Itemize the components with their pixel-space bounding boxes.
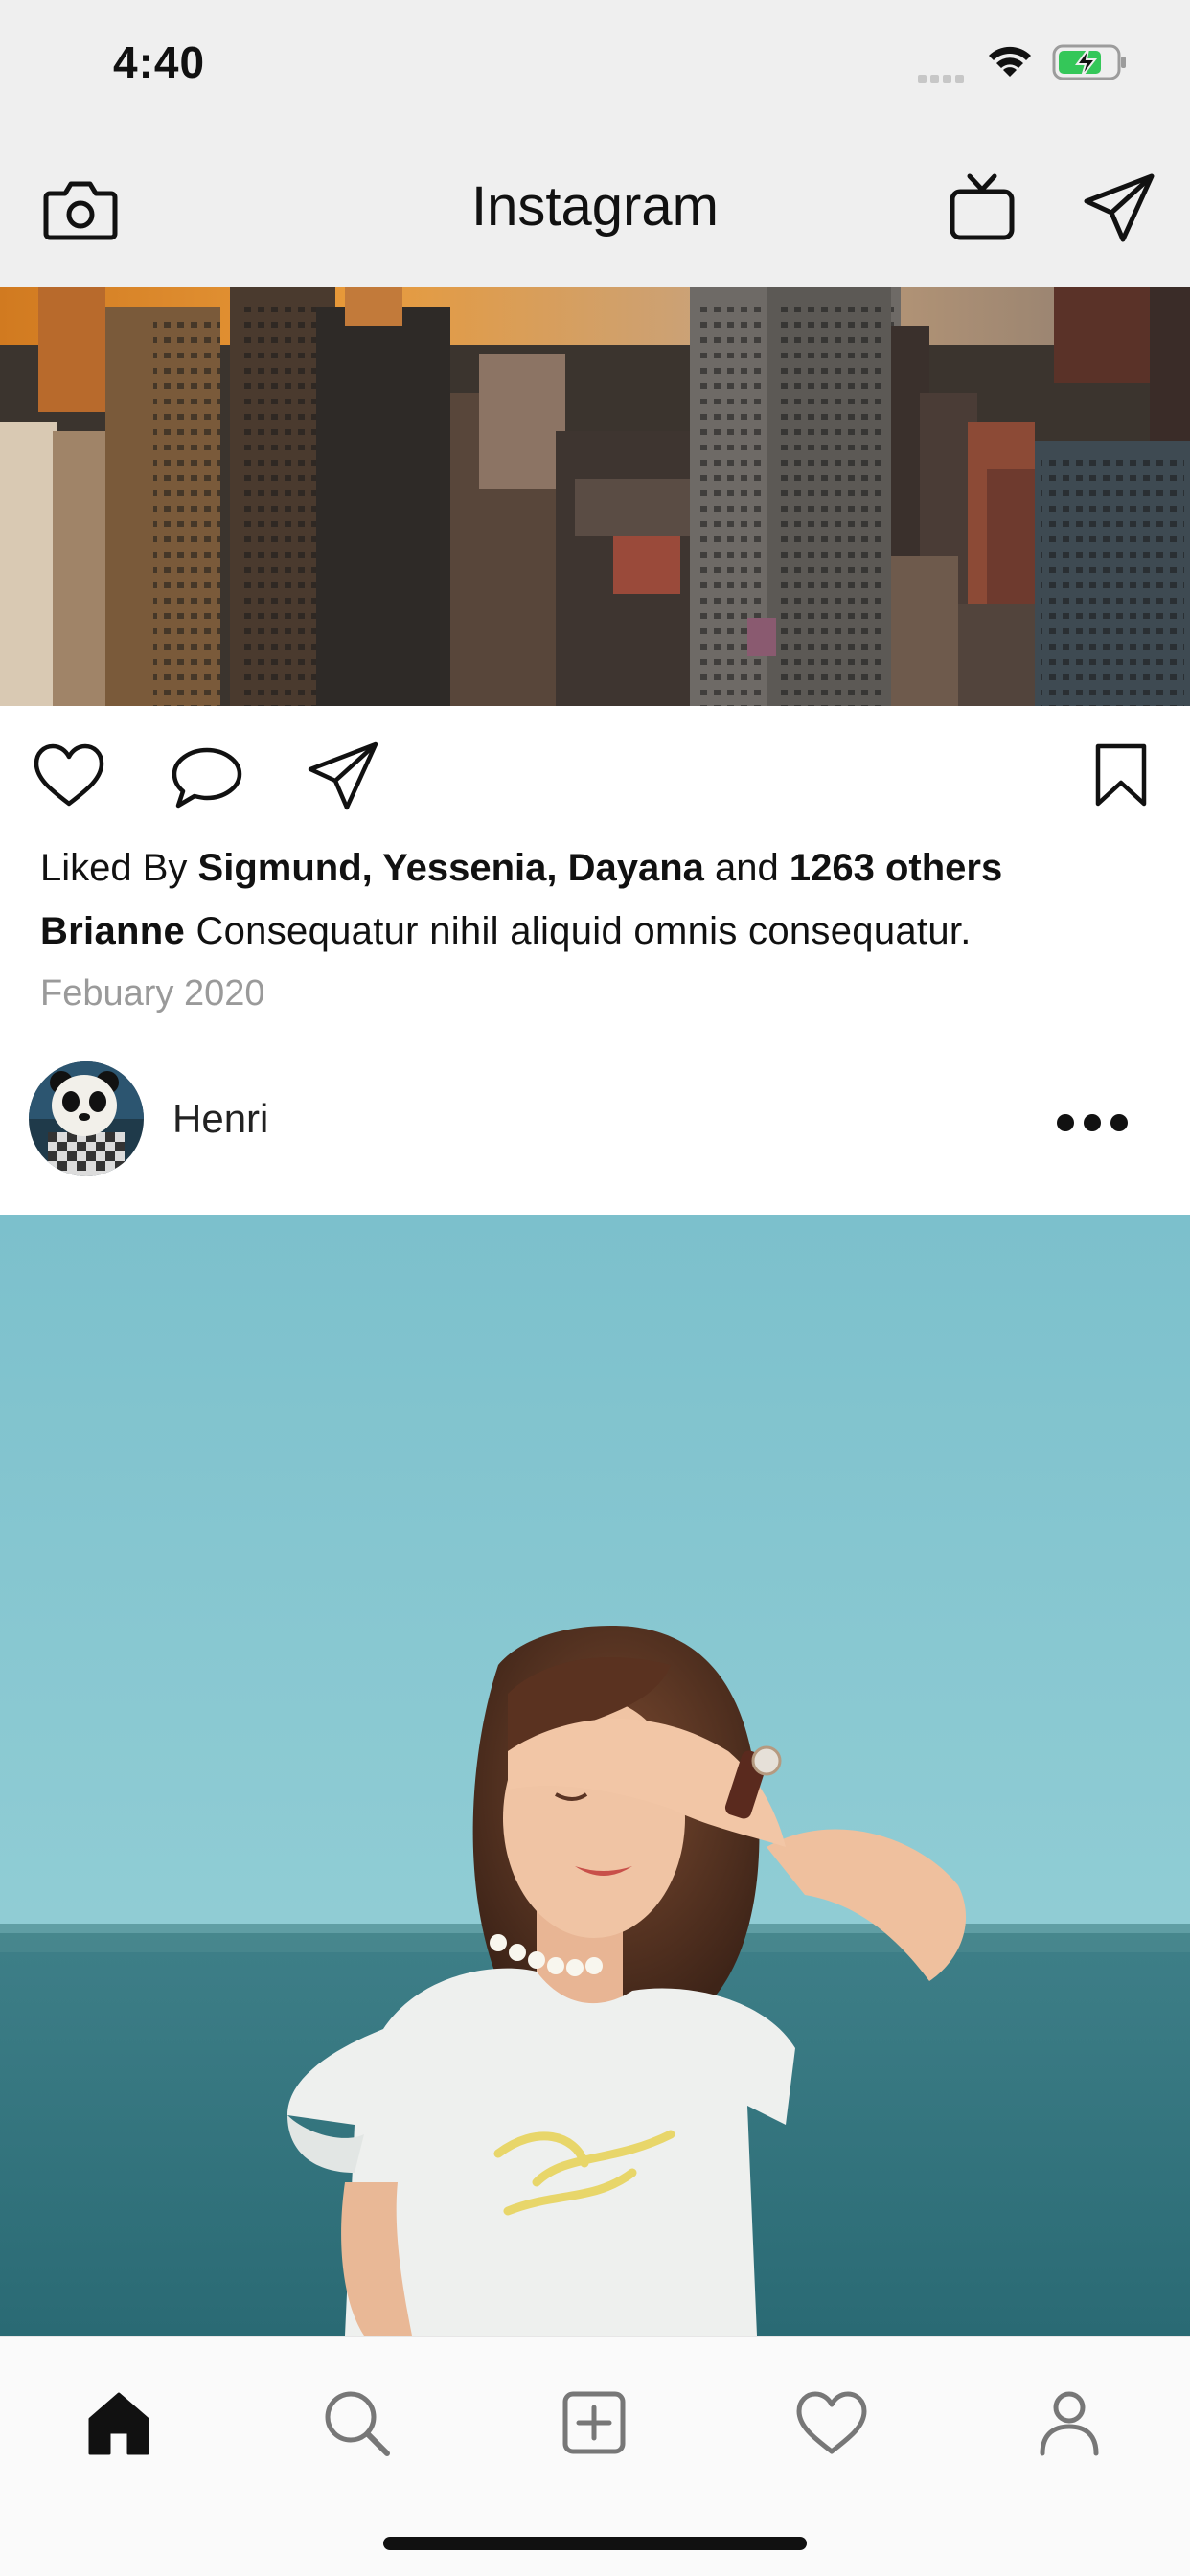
- battery-charging-icon: [1052, 44, 1126, 80]
- post-date: Febuary 2020: [40, 973, 265, 1014]
- likes-and: and: [703, 847, 790, 889]
- profile-icon[interactable]: [1031, 2384, 1108, 2461]
- status-time: 4:40: [113, 37, 206, 87]
- add-post-icon[interactable]: [556, 2384, 632, 2461]
- post-action-bar: [0, 706, 1190, 840]
- home-indicator[interactable]: [383, 2537, 807, 2550]
- city-skyline-photo: [0, 287, 1190, 706]
- more-dots-icon[interactable]: [1054, 1111, 1131, 1134]
- paper-plane-icon[interactable]: [307, 741, 379, 813]
- post-caption: Brianne Consequatur nihil aliquid omnis …: [40, 910, 972, 953]
- liked-by-names[interactable]: Sigmund, Yessenia, Dayana: [198, 847, 704, 889]
- post-image-city[interactable]: [0, 287, 1190, 706]
- caption-text: Consequatur nihil aliquid omnis consequa…: [185, 910, 972, 952]
- wifi-icon: [989, 46, 1031, 77]
- avatar[interactable]: [29, 1061, 144, 1176]
- post-username[interactable]: Henri: [172, 1096, 268, 1142]
- status-bar: 4:40: [0, 0, 1190, 134]
- search-icon[interactable]: [318, 2384, 395, 2461]
- post-header: Henri: [0, 1044, 1190, 1217]
- home-icon[interactable]: [80, 2384, 157, 2461]
- cellular-signal-icon: [918, 71, 968, 88]
- app-header: Instagram: [0, 134, 1190, 287]
- post-image-portrait[interactable]: [0, 1215, 1190, 2336]
- likes-prefix: Liked By: [40, 847, 198, 889]
- caption-username[interactable]: Brianne: [40, 910, 185, 952]
- igtv-icon[interactable]: [949, 172, 1016, 243]
- likes-summary: Liked By Sigmund, Yessenia, Dayana and 1…: [40, 847, 1002, 890]
- woman-by-sea-photo: [0, 1215, 1190, 2336]
- comment-icon[interactable]: [171, 744, 243, 811]
- heart-icon[interactable]: [33, 742, 105, 808]
- likes-count[interactable]: 1263 others: [790, 847, 1002, 889]
- paper-plane-icon[interactable]: [1083, 172, 1156, 245]
- panda-avatar: [29, 1061, 144, 1176]
- activity-heart-icon[interactable]: [793, 2384, 870, 2461]
- bookmark-icon[interactable]: [1092, 742, 1150, 808]
